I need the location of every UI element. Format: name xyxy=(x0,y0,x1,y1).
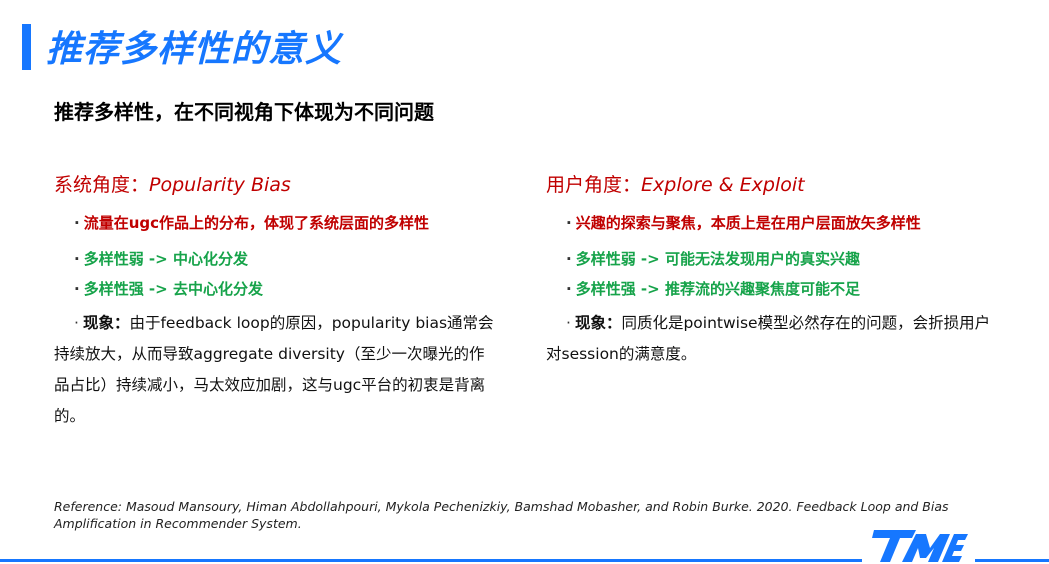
left-phenomenon-key: 现象： xyxy=(82,314,130,332)
right-column: 用户角度：Explore & Exploit · 兴趣的探索与聚焦，本质上是在用户… xyxy=(546,172,996,370)
left-phenomenon: · 现象：由于feedback loop的原因，popularity bias通常… xyxy=(54,308,499,432)
bullet-dot: · xyxy=(74,280,80,298)
right-heading-en: Explore & Exploit xyxy=(641,174,805,196)
bullet-dot: · xyxy=(74,214,80,232)
left-heading-en: Popularity Bias xyxy=(149,174,291,196)
page-subtitle: 推荐多样性，在不同视角下体现为不同问题 xyxy=(54,100,434,124)
bottom-divider-right xyxy=(975,559,1049,562)
page-title: 推荐多样性的意义 xyxy=(46,29,343,70)
reference-citation: Reference: Masoud Mansoury, Himan Abdoll… xyxy=(54,499,949,531)
bullet-dot: · xyxy=(74,250,80,268)
bullet-dot: · xyxy=(566,214,572,232)
left-bullet-3: · 多样性强 -> 去中心化分发 xyxy=(74,280,263,298)
left-bullet-2: · 多样性弱 -> 中心化分发 xyxy=(74,250,248,268)
bullet-dot: · xyxy=(566,250,572,268)
bullet-dot: · xyxy=(74,314,79,332)
tme-logo-icon xyxy=(872,530,968,562)
left-heading: 系统角度：Popularity Bias xyxy=(54,172,504,198)
right-bullet-2: · 多样性弱 -> 可能无法发现用户的真实兴趣 xyxy=(566,250,860,268)
right-heading: 用户角度：Explore & Exploit xyxy=(546,172,996,198)
title-accent-bar xyxy=(22,24,31,70)
bullet-dot: · xyxy=(566,280,572,298)
left-heading-cn: 系统角度： xyxy=(54,174,150,196)
right-bullet-3: · 多样性强 -> 推荐流的兴趣聚焦度可能不足 xyxy=(566,280,860,298)
bottom-divider xyxy=(0,559,862,562)
right-bullet-1: · 兴趣的探索与聚焦，本质上是在用户层面放矢多样性 xyxy=(566,214,921,232)
left-bullet-1: · 流量在ugc作品上的分布，体现了系统层面的多样性 xyxy=(74,214,430,232)
bullet-dot: · xyxy=(566,314,571,332)
left-column: 系统角度：Popularity Bias · 流量在ugc作品上的分布，体现了系统… xyxy=(54,172,504,432)
right-phenomenon-key: 现象： xyxy=(574,314,622,332)
right-heading-cn: 用户角度： xyxy=(546,174,642,196)
right-phenomenon: · 现象：同质化是pointwise模型必然存在的问题，会折损用户对session… xyxy=(546,308,991,370)
